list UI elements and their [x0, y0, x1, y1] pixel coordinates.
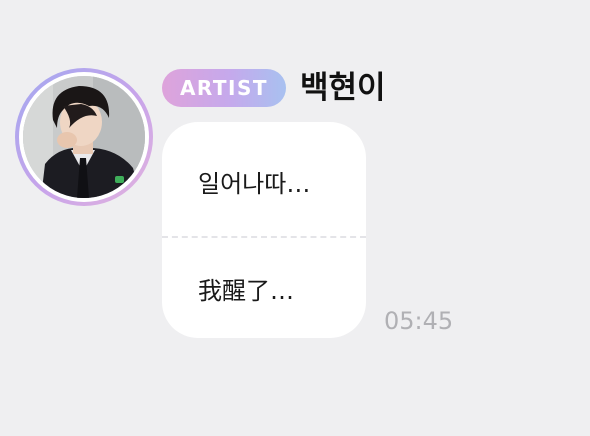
- message-translated-text: 我醒了…: [198, 277, 294, 305]
- message-original-text: 일어나따…: [198, 170, 311, 198]
- artist-badge: ARTIST: [162, 69, 286, 107]
- message-timestamp: 05:45: [384, 307, 454, 335]
- sender-name: 백현이: [300, 70, 386, 106]
- message-bubble[interactable]: 일어나따… 我醒了…: [162, 122, 366, 338]
- avatar-photo-icon: [23, 76, 145, 198]
- chat-message-row: ARTIST 백현이 일어나따… 我醒了… 05:45: [0, 0, 590, 436]
- avatar[interactable]: [23, 76, 145, 198]
- translation-divider: [162, 236, 366, 238]
- avatar-ring[interactable]: [15, 68, 153, 206]
